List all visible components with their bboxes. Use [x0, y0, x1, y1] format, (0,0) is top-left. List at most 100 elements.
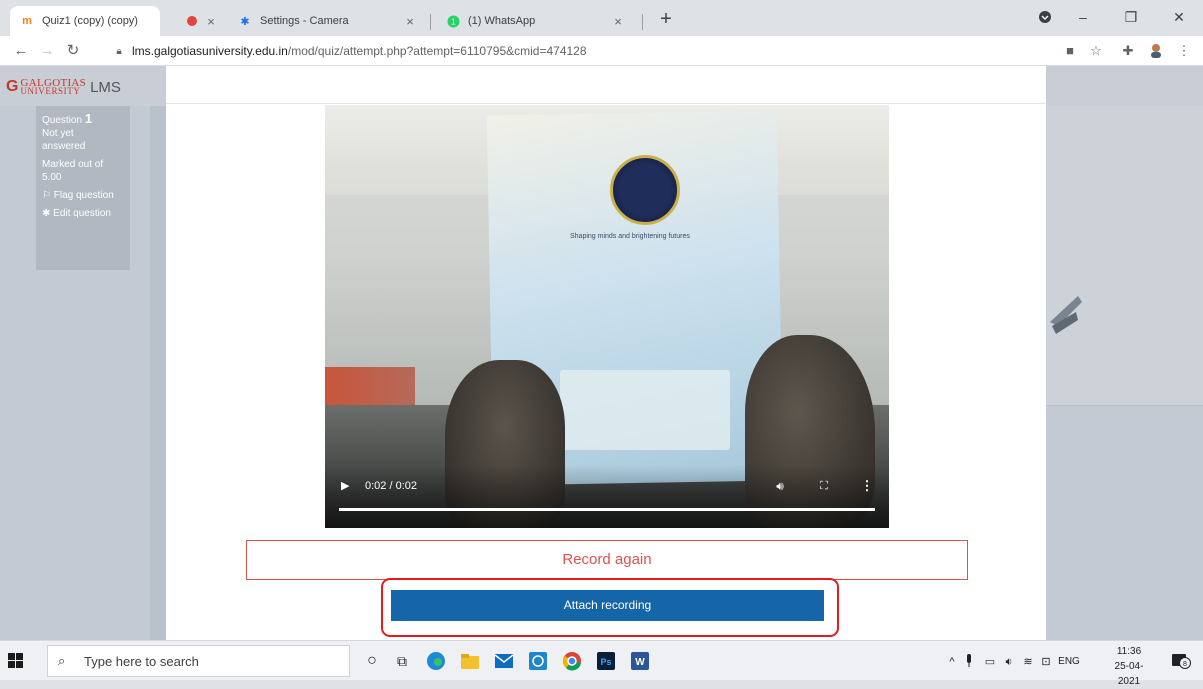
- back-icon[interactable]: ←: [10, 40, 32, 62]
- close-window-button[interactable]: ✕: [1164, 4, 1194, 30]
- video-progress-bar[interactable]: [339, 508, 875, 511]
- taskbar-search-placeholder: Type here to search: [84, 653, 199, 669]
- wifi-icon[interactable]: ≋: [1020, 654, 1036, 670]
- close-tab-icon[interactable]: ×: [610, 14, 626, 29]
- left-column-edge: [150, 106, 166, 640]
- record-again-button[interactable]: Record again: [246, 540, 968, 580]
- lock-icon[interactable]: 🔒︎: [112, 46, 126, 57]
- ime-icon[interactable]: ⊡: [1038, 654, 1054, 670]
- page-content: G GALGOTIAS UNIVERSITY LMS Question 1 No…: [0, 66, 1203, 640]
- recording-dot-icon: [186, 14, 198, 28]
- word-icon[interactable]: W: [628, 649, 652, 673]
- tab-settings-camera[interactable]: ✱ Settings - Camera ×: [228, 6, 428, 36]
- tab-separator: [430, 14, 431, 30]
- marked-value: 5.00: [42, 172, 62, 183]
- recorded-video-player[interactable]: Shaping minds and brightening futures ▶ …: [325, 105, 889, 528]
- language-indicator[interactable]: ENG: [1056, 654, 1082, 670]
- url-host: lms.galgotiasuniversity.edu.in: [132, 44, 288, 58]
- recorder-dialog-header: [166, 66, 1046, 104]
- reload-icon[interactable]: ↻: [62, 40, 84, 62]
- mail-icon[interactable]: [492, 649, 516, 673]
- tab-title: (1) WhatsApp: [468, 15, 536, 27]
- taskbar-search-box[interactable]: ⌕ Type here to search: [47, 645, 350, 677]
- video-time: 0:02 / 0:02: [365, 480, 417, 492]
- right-card: [1046, 106, 1203, 406]
- extensions-icon[interactable]: ✚: [1118, 42, 1138, 60]
- logo-g-icon: G: [6, 78, 19, 95]
- site-logo[interactable]: G GALGOTIAS UNIVERSITY LMS: [6, 77, 121, 97]
- profile-menu-icon[interactable]: [1030, 4, 1060, 30]
- file-explorer-icon[interactable]: [458, 649, 482, 673]
- fullscreen-icon[interactable]: ⛶: [815, 478, 833, 494]
- logo-sub: UNIVERSITY: [20, 86, 81, 96]
- svg-text:Ps: Ps: [600, 657, 611, 667]
- whatsapp-icon: 1: [446, 14, 460, 28]
- logo-lms: LMS: [90, 78, 121, 96]
- question-label: Question: [42, 115, 83, 126]
- flag-question-link[interactable]: ⚐ Flag question: [42, 189, 124, 202]
- address-bar[interactable]: 🔒︎ lms.galgotiasuniversity.edu.in/mod/qu…: [112, 40, 1052, 62]
- maximize-button[interactable]: ❐: [1116, 4, 1146, 30]
- windows-taskbar: ⌕ Type here to search ○ ⧉ Ps W ^ ▭ 🔉︎ ≋ …: [0, 640, 1203, 687]
- gear-icon: ✱: [240, 15, 250, 28]
- tab-quiz[interactable]: m Quiz1 (copy) (copy): [10, 6, 160, 36]
- svg-text:W: W: [635, 657, 645, 668]
- more-options-icon[interactable]: ⋮: [860, 478, 874, 494]
- question-number: Question 1: [42, 112, 124, 127]
- photoshop-icon[interactable]: Ps: [594, 649, 618, 673]
- dell-app-icon[interactable]: [526, 649, 550, 673]
- edit-question-link[interactable]: ✱ Edit question: [42, 207, 124, 220]
- moodle-icon: m: [22, 15, 32, 27]
- url-path: /mod/quiz/attempt.php?attempt=6110795&cm…: [287, 44, 587, 58]
- battery-icon[interactable]: ▭: [982, 654, 998, 670]
- tab-title: Quiz1 (copy) (copy): [42, 15, 138, 27]
- notebook-label-area: [560, 370, 730, 450]
- notification-count: 8: [1183, 661, 1187, 668]
- new-tab-button[interactable]: +: [654, 8, 678, 32]
- microphone-icon[interactable]: [962, 654, 976, 670]
- taskbar-clock[interactable]: 11:36 25-04-2021: [1104, 644, 1154, 689]
- edge-icon[interactable]: [424, 649, 448, 673]
- close-tab-icon[interactable]: ×: [206, 14, 216, 29]
- browser-menu-icon[interactable]: ⋮: [1174, 42, 1194, 60]
- attach-recording-button[interactable]: Attach recording: [391, 590, 824, 621]
- avatar[interactable]: [1146, 42, 1166, 60]
- notification-center-icon[interactable]: 8: [1170, 652, 1192, 670]
- browser-toolbar: ← → ↻ 🔒︎ lms.galgotiasuniversity.edu.in /…: [0, 36, 1203, 66]
- question-number-value: 1: [84, 111, 93, 126]
- forward-icon[interactable]: →: [36, 40, 58, 62]
- flag-label: Flag question: [53, 190, 114, 201]
- minimize-button[interactable]: –: [1068, 4, 1098, 30]
- bookmark-star-icon[interactable]: ☆: [1086, 42, 1106, 60]
- chevron-up-icon[interactable]: ^: [944, 654, 960, 670]
- task-view-icon[interactable]: ⧉: [390, 649, 414, 673]
- tab-separator: [642, 14, 643, 30]
- school-logo: [610, 155, 680, 225]
- volume-icon[interactable]: 🔊︎: [771, 478, 789, 494]
- edit-label: Edit question: [53, 208, 111, 219]
- decorative-graphic: [1050, 296, 1082, 334]
- speaker-icon[interactable]: 🔉︎: [1000, 654, 1018, 670]
- tab-recording[interactable]: ×: [176, 6, 226, 36]
- close-tab-icon[interactable]: ×: [402, 14, 418, 29]
- tab-title: Settings - Camera: [260, 15, 349, 27]
- question-info-panel: Question 1 Not yet answered Marked out o…: [36, 106, 130, 270]
- chrome-icon[interactable]: [560, 649, 584, 673]
- video-controls-bar: [325, 465, 889, 528]
- clock-time: 11:36: [1116, 646, 1142, 657]
- browser-tab-strip: m Quiz1 (copy) (copy) × ✱ Settings - Cam…: [0, 0, 1203, 36]
- question-status: Not yet answered: [42, 128, 86, 152]
- clock-date: 25-04-2021: [1114, 661, 1144, 687]
- notebook-tagline: Shaping minds and brightening futures: [570, 233, 690, 240]
- cortana-icon[interactable]: ○: [360, 649, 384, 673]
- svg-text:1: 1: [451, 17, 456, 26]
- gear-icon: ✱: [42, 208, 51, 219]
- flag-icon: ⚐: [42, 190, 51, 201]
- marked-label: Marked out of: [42, 159, 104, 170]
- tab-whatsapp[interactable]: 1 (1) WhatsApp ×: [436, 6, 636, 36]
- windows-start-icon[interactable]: [8, 653, 24, 669]
- play-icon[interactable]: ▶: [341, 479, 355, 493]
- marked-out-of: Marked out of 5.00: [42, 158, 124, 184]
- video-frame-shelf: [325, 367, 415, 407]
- camera-in-use-icon[interactable]: ■: [1060, 42, 1080, 60]
